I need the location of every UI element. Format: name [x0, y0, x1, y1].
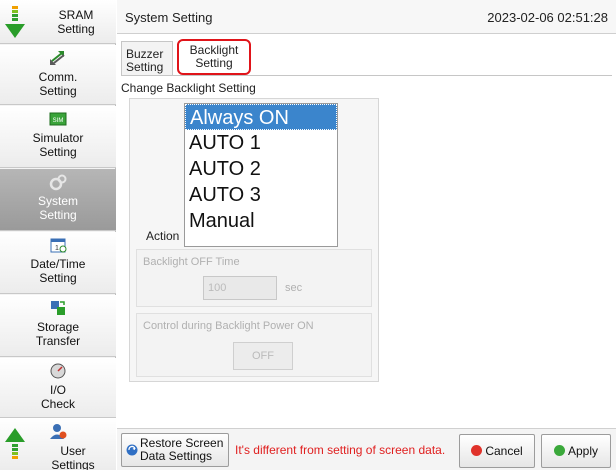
sidebar-item-storage-transfer[interactable]: Storage Transfer [0, 295, 116, 357]
gear-icon [49, 174, 67, 191]
cancel-label: Cancel [485, 444, 523, 458]
scroll-up-arrow-icon[interactable] [4, 426, 26, 466]
storage-icon [51, 301, 65, 315]
action-option-auto-1[interactable]: AUTO 1 [185, 130, 337, 156]
section-title: Change Backlight Setting [121, 81, 256, 95]
svg-text:SIM: SIM [53, 118, 64, 124]
sidebar-label: SRAM [58, 8, 94, 22]
simulator-icon: SIM [49, 112, 67, 126]
restore-label: Data Settings [140, 449, 213, 463]
sidebar-label: Setting [39, 208, 77, 222]
tab-label: Setting [195, 56, 233, 70]
warning-message: It's different from setting of screen da… [235, 443, 446, 457]
apply-button[interactable]: Apply [541, 434, 611, 468]
refresh-icon [126, 444, 138, 456]
backlight-settings-panel: Action Always ON AUTO 1 AUTO 2 AUTO 3 Ma… [129, 98, 379, 382]
datetime-display: 2023-02-06 02:51:28 [487, 10, 608, 25]
action-option-auto-3[interactable]: AUTO 3 [185, 182, 337, 208]
tab-label: Buzzer [126, 47, 164, 61]
control-power-on-group: Control during Backlight Power ON OFF [136, 313, 372, 377]
tab-buzzer-setting[interactable]: Buzzer Setting [121, 41, 173, 75]
action-label: Action [146, 229, 180, 243]
sidebar-label: Storage [36, 320, 80, 334]
sidebar-label: Setting [39, 84, 77, 98]
action-option-always-on[interactable]: Always ON [185, 104, 337, 130]
tab-backlight-setting[interactable]: Backlight Setting [177, 39, 251, 75]
sidebar-item-comm-setting[interactable]: Comm. Setting [0, 45, 116, 105]
tab-divider [121, 75, 612, 76]
sidebar-item-io-check[interactable]: I/O Check [0, 358, 116, 418]
cancel-icon [471, 445, 483, 456]
calendar-icon: 1 [50, 238, 67, 253]
sidebar-item-simulator-setting[interactable]: SIM Simulator Setting [0, 106, 116, 168]
sidebar-item-date-time-setting[interactable]: 1 Date/Time Setting [0, 232, 116, 294]
control-power-on-caption: Control during Backlight Power ON [143, 320, 314, 332]
time-unit-label: sec [285, 282, 303, 294]
check-icon [553, 445, 565, 456]
scroll-down-arrow-icon[interactable] [4, 4, 26, 40]
page-title: System Setting [125, 10, 213, 25]
action-option-manual[interactable]: Manual [185, 208, 337, 234]
sidebar-label: Comm. [38, 70, 78, 84]
sidebar-label: Setting [57, 22, 95, 36]
sidebar-label: System [37, 194, 78, 208]
svg-text:1: 1 [55, 245, 59, 252]
cancel-button[interactable]: Cancel [459, 434, 535, 468]
main-content: Buzzer Setting Backlight Setting Change … [117, 35, 616, 428]
backlight-off-time-group: Backlight OFF Time 100 sec [136, 249, 372, 307]
sidebar-item-user-settings[interactable]: User Settings [0, 418, 116, 470]
apply-label: Apply [567, 444, 599, 458]
sidebar: SRAM Setting Comm. Setting SIM Simulator Se… [0, 0, 116, 470]
tab-label: Setting [126, 60, 164, 74]
sidebar-label: Setting [39, 271, 77, 285]
sidebar-label: Check [40, 397, 75, 411]
sidebar-label: Simulator [32, 131, 84, 145]
sidebar-label: User [60, 444, 86, 458]
off-toggle-button[interactable]: OFF [233, 342, 293, 370]
backlight-off-time-caption: Backlight OFF Time [143, 256, 240, 268]
gauge-icon [50, 363, 66, 379]
restore-label: Restore Screen [140, 436, 224, 450]
tab-label: Backlight [189, 43, 239, 57]
comm-icon [50, 51, 65, 65]
restore-screen-data-settings-button[interactable]: Restore Screen Data Settings [121, 433, 229, 467]
action-listbox[interactable]: Always ON AUTO 1 AUTO 2 AUTO 3 Manual [184, 103, 338, 247]
sidebar-label: I/O [49, 383, 66, 397]
sidebar-label: Setting [39, 145, 77, 159]
action-option-auto-2[interactable]: AUTO 2 [185, 156, 337, 182]
bottom-bar: Restore Screen Data Settings It's differ… [117, 428, 616, 470]
sidebar-item-sram-setting[interactable]: SRAM Setting [0, 0, 116, 44]
sidebar-item-system-setting[interactable]: System Setting [0, 169, 116, 231]
backlight-off-time-input[interactable]: 100 [203, 276, 277, 300]
header-bar: System Setting 2023-02-06 02:51:28 [117, 0, 616, 34]
sidebar-label: Settings [51, 458, 95, 470]
user-icon [50, 424, 67, 439]
sidebar-label: Transfer [35, 334, 81, 348]
sidebar-label: Date/Time [30, 257, 86, 271]
